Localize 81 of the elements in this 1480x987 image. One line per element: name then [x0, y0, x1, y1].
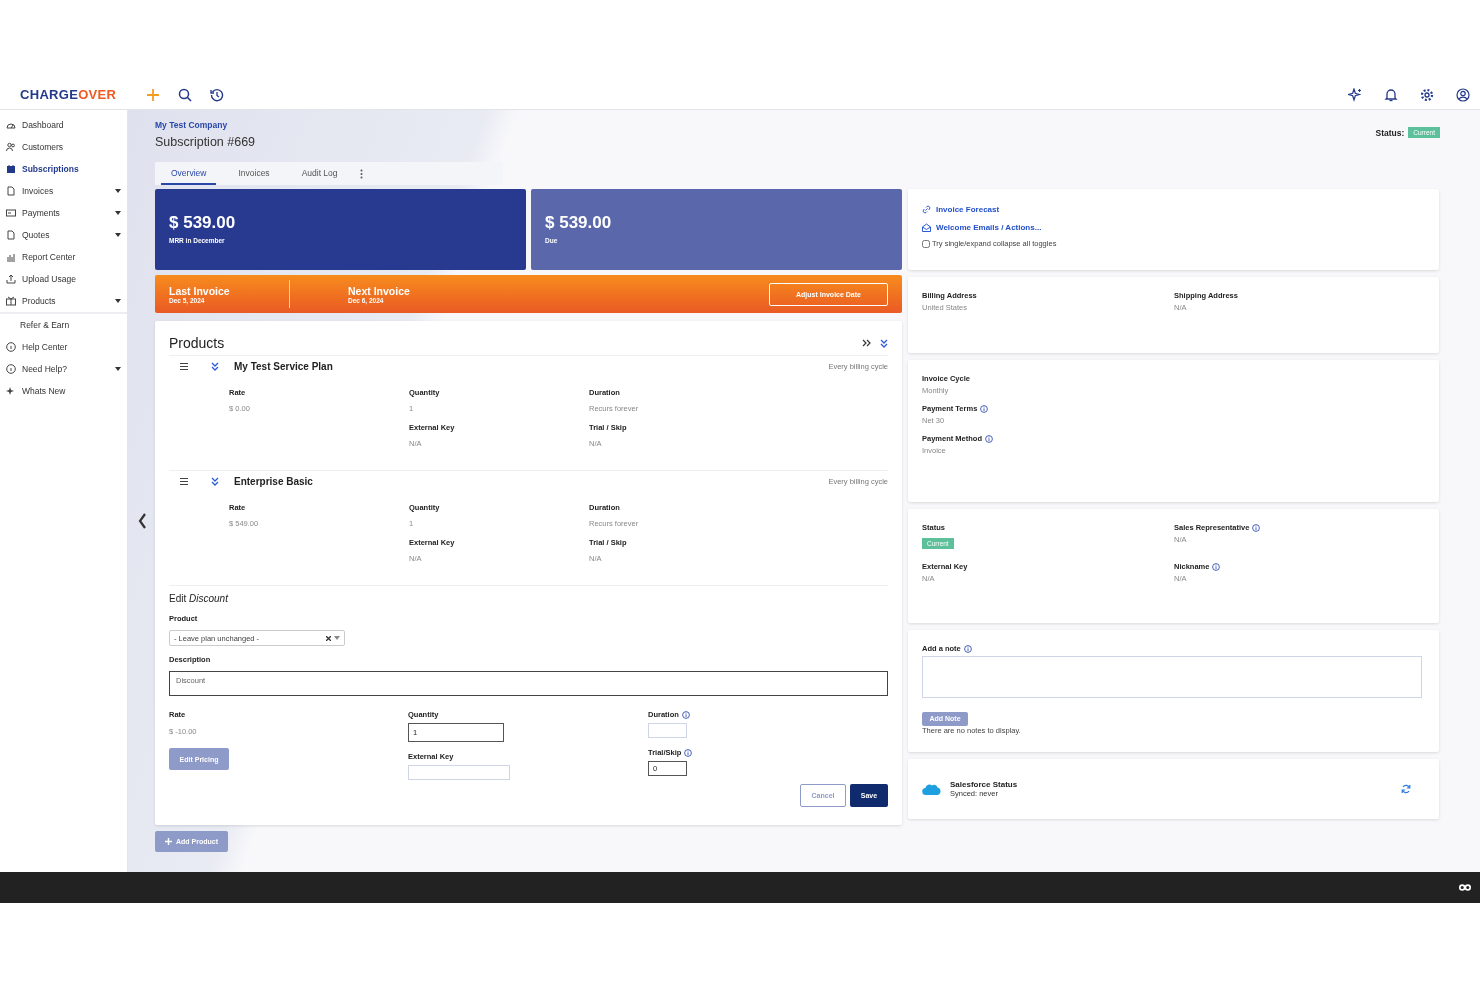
people-icon: [6, 142, 16, 152]
sidebar-item[interactable]: Quotes: [0, 224, 127, 246]
product-name: Enterprise Basic: [234, 476, 314, 487]
cloud-icon: [922, 782, 941, 796]
envelope-icon: [922, 223, 931, 232]
info-icon[interactable]: [980, 404, 989, 413]
document-icon: [6, 230, 16, 240]
caret-icon: [115, 233, 121, 237]
company-link[interactable]: My Test Company: [155, 120, 256, 130]
product-name: My Test Service Plan: [234, 361, 334, 372]
clear-icon[interactable]: [326, 635, 331, 641]
card-icon: [6, 208, 16, 218]
refresh-icon[interactable]: [1401, 784, 1411, 794]
status-label: Status:: [1375, 127, 1405, 138]
info-icon[interactable]: [963, 644, 972, 653]
caret-icon: [115, 299, 121, 303]
sidebar-item[interactable]: Need Help?: [0, 358, 127, 380]
drag-handle-icon[interactable]: [180, 478, 188, 485]
info-icon[interactable]: [681, 710, 690, 719]
box-icon: [6, 296, 16, 306]
caret-icon: [115, 211, 121, 215]
info-icon[interactable]: [1212, 562, 1221, 571]
sidebar-item[interactable]: Help Center: [0, 336, 127, 358]
document-icon: [6, 186, 16, 196]
info-icon[interactable]: [684, 748, 693, 757]
double-chevron-right-icon[interactable]: [862, 339, 871, 347]
info-icon: [6, 364, 16, 374]
note-field[interactable]: [922, 656, 1422, 698]
history-icon[interactable]: [210, 87, 225, 102]
sidebar-item[interactable]: Dashboard: [0, 114, 127, 136]
search-icon[interactable]: [178, 87, 193, 102]
logo-icon: [1459, 884, 1471, 891]
double-chevron-down-icon[interactable]: [211, 362, 219, 371]
last-invoice-label: Last Invoice: [169, 284, 231, 297]
link-icon: [922, 205, 931, 214]
settings-icon[interactable]: [1420, 87, 1434, 102]
logo[interactable]: CHARGEOVER: [20, 87, 117, 102]
sidebar-item[interactable]: Customers: [0, 136, 127, 158]
toggle-checkbox[interactable]: [922, 239, 930, 248]
sidebar-item[interactable]: Upload Usage: [0, 268, 127, 290]
more-icon[interactable]: [359, 168, 363, 179]
upload-icon: [6, 274, 16, 284]
amount: $ 539.00: [545, 213, 613, 233]
double-chevron-down-icon[interactable]: [211, 477, 219, 486]
info-icon[interactable]: [985, 434, 993, 443]
products-title: Products: [169, 335, 226, 351]
duration-field[interactable]: [648, 723, 687, 738]
double-chevron-down-icon[interactable]: [880, 338, 888, 348]
sidebar-item[interactable]: Invoices: [0, 180, 127, 202]
external-key-field[interactable]: [408, 765, 510, 780]
sidebar-item[interactable]: Subscriptions: [0, 158, 127, 180]
caret-icon: [115, 189, 121, 193]
sparkle-icon[interactable]: [1348, 87, 1362, 102]
chart-icon: [6, 252, 16, 262]
bell-icon[interactable]: [1384, 87, 1398, 102]
salesforce-title: Salesforce Status: [950, 780, 1019, 789]
action-link[interactable]: Welcome Emails / Actions...: [936, 223, 1042, 232]
caret-icon: [115, 367, 121, 371]
sidebar-item[interactable]: Whats New: [0, 380, 127, 402]
caret-icon: [334, 636, 340, 640]
sidebar-item[interactable]: Refer & Earn: [0, 314, 127, 336]
calendar-icon: [6, 164, 16, 174]
tab[interactable]: Audit Log: [291, 162, 348, 185]
tab[interactable]: Invoices: [228, 162, 280, 185]
next-invoice-label: Next Invoice: [348, 284, 410, 297]
sidebar-item[interactable]: Products: [0, 290, 127, 312]
chevron-left-icon[interactable]: [137, 513, 146, 529]
gauge-icon: [6, 120, 16, 130]
tab[interactable]: Overview: [161, 162, 217, 185]
info-icon: [6, 342, 16, 352]
edit-title: Edit Discount: [169, 593, 230, 604]
sidebar-item[interactable]: Report Center: [0, 246, 127, 268]
info-icon[interactable]: [1252, 523, 1261, 532]
user-icon[interactable]: [1456, 87, 1470, 102]
amount: $ 539.00: [169, 213, 237, 233]
action-link[interactable]: Invoice Forecast: [936, 205, 1000, 214]
plus-icon: [165, 838, 172, 845]
sidebar-item[interactable]: Payments: [0, 202, 127, 224]
drag-handle-icon[interactable]: [180, 363, 188, 370]
page-title: Subscription #669: [155, 135, 256, 149]
sparkle-icon: [6, 386, 16, 396]
